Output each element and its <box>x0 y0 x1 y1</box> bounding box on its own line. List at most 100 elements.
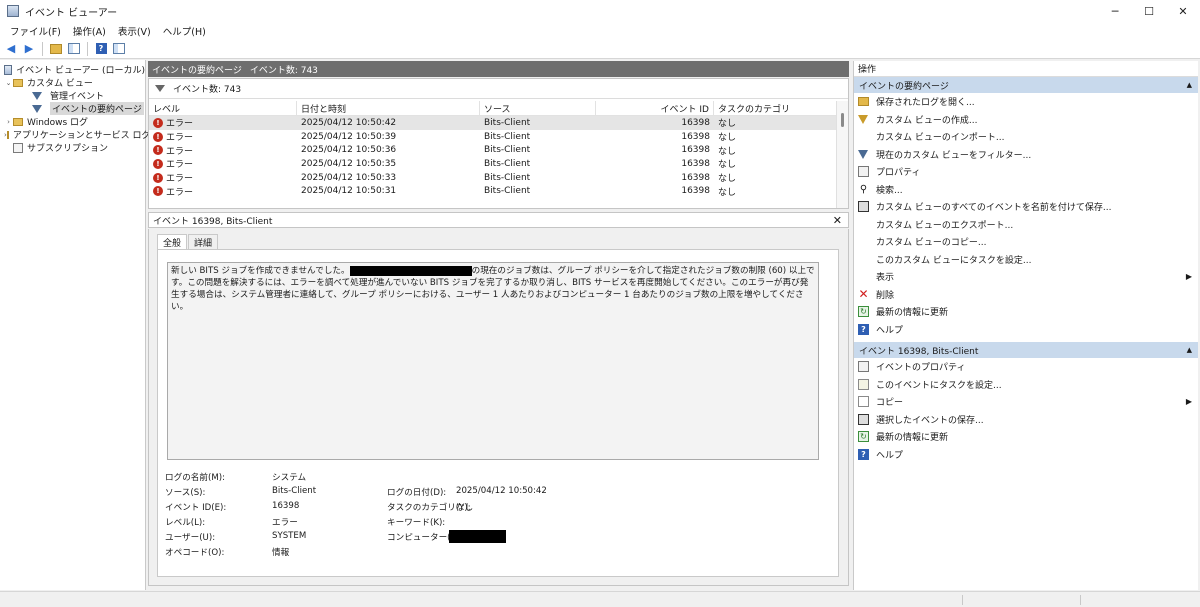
column-header-datetime[interactable]: 日付と時刻 <box>297 100 480 116</box>
toolbar: ◀ ▶ ? <box>0 39 1200 59</box>
forward-arrow-icon[interactable]: ▶ <box>22 42 36 56</box>
summary-page-header: イベントの要約ページ イベント数: 743 <box>148 61 849 77</box>
task-category-value: なし <box>456 503 474 513</box>
folder-icon <box>6 130 9 139</box>
action-refresh-event[interactable]: ↻ 最新の情報に更新 <box>854 428 1198 446</box>
event-list-scrollbar[interactable] <box>836 101 848 208</box>
menu-bar: ファイル(F) 操作(A) 表示(V) ヘルプ(H) <box>0 22 1200 39</box>
column-header-event-id[interactable]: イベント ID <box>596 100 714 116</box>
copy-icon <box>858 396 869 408</box>
menu-action[interactable]: 操作(A) <box>67 24 112 38</box>
help-icon[interactable]: ? <box>94 42 108 56</box>
action-copy-custom-view[interactable]: カスタム ビューのコピー... <box>854 233 1198 251</box>
action-open-saved-log[interactable]: 保存されたログを開く... <box>854 93 1198 111</box>
tree-item-subscriptions[interactable]: サブスクリプション <box>0 141 145 154</box>
collapse-caret-icon[interactable]: ▲ <box>1187 81 1192 89</box>
action-event-properties[interactable]: イベントのプロパティ <box>854 358 1198 376</box>
error-icon: ! <box>153 158 163 169</box>
expand-chevron-icon[interactable]: › <box>4 118 13 126</box>
save-icon <box>858 201 869 213</box>
action-view[interactable]: 表示 ▶ <box>854 268 1198 286</box>
action-attach-task-to-view[interactable]: このカスタム ビューにタスクを設定... <box>854 251 1198 269</box>
menu-view[interactable]: 表示(V) <box>112 24 157 38</box>
filter-icon <box>32 104 42 113</box>
keywords-label: キーワード(K): <box>387 518 446 528</box>
maximize-button[interactable]: ☐ <box>1132 0 1166 22</box>
redacted-computer-name <box>349 265 472 276</box>
collapse-caret-icon[interactable]: ▲ <box>1187 346 1192 354</box>
expand-chevron-icon[interactable]: ⌄ <box>4 79 13 87</box>
action-copy[interactable]: コピー ▶ <box>854 393 1198 411</box>
table-row[interactable]: ! エラー 2025/04/12 10:50:42 Bits-Client 163… <box>149 116 837 130</box>
event-list-pane: イベント数: 743 レベル 日付と時刻 ソース イベント ID タスクのカテゴ… <box>148 78 849 209</box>
column-header-task-category[interactable]: タスクのカテゴリ <box>714 101 834 116</box>
back-arrow-icon[interactable]: ◀ <box>4 42 18 56</box>
user-label: ユーザー(U): <box>165 533 216 543</box>
show-hide-tree-icon[interactable] <box>67 42 81 56</box>
close-button[interactable]: ✕ <box>1166 0 1200 22</box>
column-header-source[interactable]: ソース <box>480 100 596 116</box>
level-value: エラー <box>272 518 298 528</box>
up-folder-icon[interactable] <box>49 42 63 56</box>
action-help[interactable]: ? ヘルプ <box>854 321 1198 339</box>
help-icon: ? <box>858 448 869 460</box>
actions-section-event[interactable]: イベント 16398, Bits-Client ▲ <box>854 342 1198 358</box>
tab-general[interactable]: 全般 <box>157 234 188 249</box>
table-row[interactable]: ! エラー 2025/04/12 10:50:31 Bits-Client 163… <box>149 184 837 198</box>
status-divider <box>962 595 963 605</box>
tree-item-administrative-events[interactable]: 管理イベント <box>0 89 145 102</box>
event-id-value: 16398 <box>272 501 300 511</box>
tree-item-event-viewer-local[interactable]: イベント ビューアー (ローカル) <box>0 63 145 76</box>
subscriptions-icon <box>13 142 23 153</box>
tree-item-summary-page[interactable]: イベントの要約ページ <box>0 102 145 115</box>
submenu-arrow-icon: ▶ <box>1185 272 1192 282</box>
filter-icon <box>858 114 868 124</box>
toolbar-separator <box>42 41 43 56</box>
action-filter-current-view[interactable]: 現在のカスタム ビューをフィルター... <box>854 146 1198 164</box>
task-icon <box>858 378 869 390</box>
action-save-selected-events[interactable]: 選択したイベントの保存... <box>854 411 1198 429</box>
tree-item-custom-views[interactable]: ⌄ カスタム ビュー <box>0 76 145 89</box>
page-title: イベントの要約ページ <box>152 65 242 76</box>
scrollbar-thumb[interactable] <box>841 113 844 127</box>
menu-file[interactable]: ファイル(F) <box>4 24 67 38</box>
action-export-custom-view[interactable]: カスタム ビューのエクスポート... <box>854 216 1198 234</box>
action-refresh[interactable]: ↻ 最新の情報に更新 <box>854 303 1198 321</box>
menu-help[interactable]: ヘルプ(H) <box>157 24 212 38</box>
event-viewer-icon <box>4 64 13 75</box>
action-find[interactable]: ⚲ 検索... <box>854 181 1198 199</box>
error-icon: ! <box>153 131 163 142</box>
action-help-event[interactable]: ? ヘルプ <box>854 446 1198 464</box>
action-save-all-events[interactable]: カスタム ビューのすべてのイベントを名前を付けて保存... <box>854 198 1198 216</box>
show-hide-action-pane-icon[interactable] <box>112 42 126 56</box>
grid-header: レベル 日付と時刻 ソース イベント ID タスクのカテゴリ <box>149 100 837 116</box>
action-attach-task-to-event[interactable]: このイベントにタスクを設定... <box>854 376 1198 394</box>
logged-value: 2025/04/12 10:50:42 <box>456 486 547 496</box>
actions-section-summary-page[interactable]: イベントの要約ページ ▲ <box>854 77 1198 93</box>
tree-item-apps-services-logs[interactable]: › アプリケーションとサービス ログ <box>0 128 151 141</box>
action-properties[interactable]: プロパティ <box>854 163 1198 181</box>
help-icon: ? <box>858 323 869 335</box>
event-message[interactable]: 新しい BITS ジョブを作成できませんでした。 の現在のジョブ数は、グループ ポ… <box>167 262 819 460</box>
tab-details[interactable]: 詳細 <box>188 234 219 249</box>
event-viewer-app-icon <box>7 5 19 17</box>
tree-item-windows-logs[interactable]: › Windows ログ <box>0 115 145 128</box>
folder-icon <box>13 117 23 126</box>
close-detail-icon[interactable]: ✕ <box>833 214 842 227</box>
table-row[interactable]: ! エラー 2025/04/12 10:50:35 Bits-Client 163… <box>149 157 837 171</box>
action-create-custom-view[interactable]: カスタム ビューの作成... <box>854 111 1198 129</box>
logged-label: ログの日付(D): <box>387 488 447 498</box>
table-row[interactable]: ! エラー 2025/04/12 10:50:33 Bits-Client 163… <box>149 171 837 185</box>
table-row[interactable]: ! エラー 2025/04/12 10:50:39 Bits-Client 163… <box>149 130 837 144</box>
action-import-custom-view[interactable]: カスタム ビューのインポート... <box>854 128 1198 146</box>
navigation-tree: イベント ビューアー (ローカル) ⌄ カスタム ビュー 管理イベント イベント… <box>0 60 151 590</box>
opcode-label: オペコード(O): <box>165 548 225 558</box>
column-header-level[interactable]: レベル <box>149 100 297 116</box>
table-row[interactable]: ! エラー 2025/04/12 10:50:36 Bits-Client 163… <box>149 143 837 157</box>
filter-count: イベント数: 743 <box>173 85 242 95</box>
detail-tabs: 全般 詳細 <box>157 234 219 249</box>
title-bar: イベント ビューアー ─ ☐ ✕ <box>0 0 1200 22</box>
log-name-value: システム <box>272 473 307 483</box>
action-delete[interactable]: ✕ 削除 <box>854 286 1198 304</box>
minimize-button[interactable]: ─ <box>1098 0 1132 22</box>
